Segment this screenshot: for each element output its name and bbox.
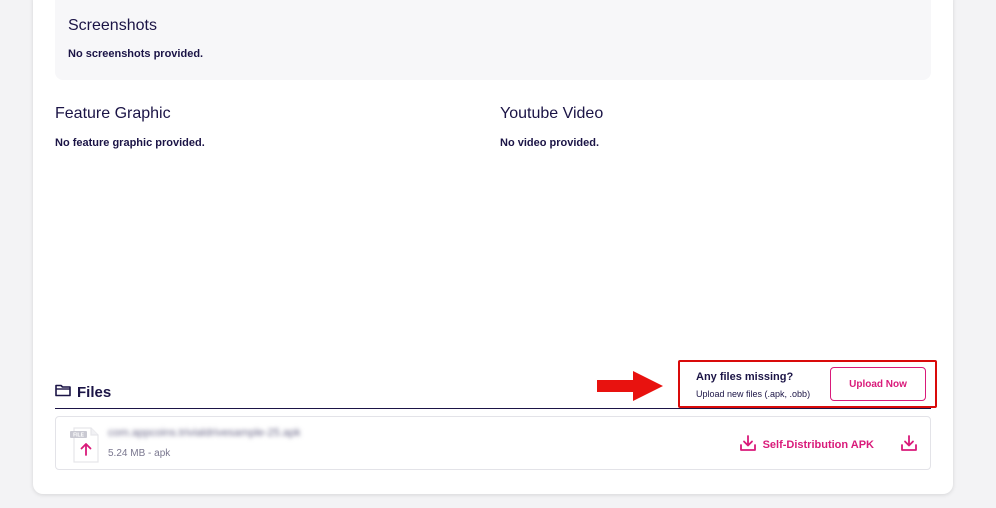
files-heading: Files — [55, 382, 111, 402]
screenshots-panel: Screenshots No screenshots provided. — [55, 0, 931, 80]
file-upload-icon: FILE — [70, 427, 100, 468]
screenshots-title: Screenshots — [68, 17, 157, 34]
files-missing-title: Any files missing? — [696, 371, 794, 383]
files-divider — [55, 408, 931, 409]
download-icon — [739, 434, 757, 455]
feature-graphic-title: Feature Graphic — [55, 105, 171, 122]
files-title: Files — [77, 383, 112, 401]
folder-icon — [55, 383, 71, 402]
file-meta: 5.24 MB - apk — [108, 448, 171, 459]
upload-now-button[interactable]: Upload Now — [830, 367, 926, 401]
file-row: FILE com.appcoins.trivialdrivesample-25.… — [55, 416, 931, 470]
file-name: com.appcoins.trivialdrivesample-25.apk — [108, 427, 301, 439]
self-distribution-apk-label: Self-Distribution APK — [762, 438, 874, 451]
files-missing-subtitle: Upload new files (.apk, .obb) — [696, 389, 811, 399]
download-file-button[interactable] — [900, 434, 918, 457]
download-icon — [901, 435, 917, 451]
youtube-video-title: Youtube Video — [500, 105, 604, 122]
self-distribution-apk-link[interactable]: Self-Distribution APK — [739, 434, 874, 455]
screenshots-empty-text: No screenshots provided. — [68, 48, 204, 60]
files-missing-box: Any files missing? Upload new files (.ap… — [678, 360, 937, 408]
youtube-video-empty-text: No video provided. — [500, 137, 600, 149]
file-type-badge: FILE — [73, 433, 84, 439]
red-arrow-icon — [597, 371, 663, 406]
feature-graphic-empty-text: No feature graphic provided. — [55, 137, 205, 149]
